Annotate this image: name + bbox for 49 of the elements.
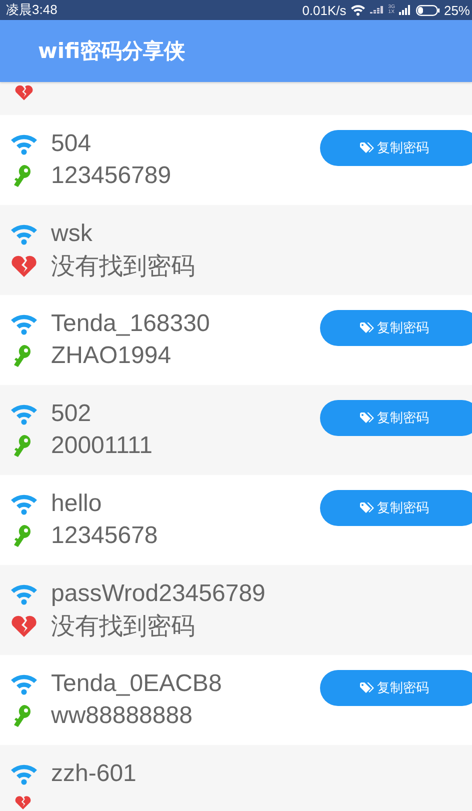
broken-heart-icon	[14, 84, 34, 101]
tag-icon	[360, 502, 375, 514]
wifi-list-item[interactable]: Tenda_168330 ZHAO1994 复制密码	[0, 295, 472, 385]
signal-bars-icon	[398, 5, 412, 15]
tag-icon	[360, 412, 375, 424]
wifi-name: 504	[51, 130, 92, 158]
signal-bars-icon	[370, 5, 384, 15]
broken-heart-icon	[14, 795, 32, 810]
wifi-list-item[interactable]: Tenda_0EACB8 ww88888888 复制密码	[0, 655, 472, 745]
tag-icon	[360, 322, 375, 334]
wifi-icon	[9, 313, 39, 335]
wifi-signal-icon	[350, 4, 366, 16]
copy-password-button[interactable]: 复制密码	[320, 490, 472, 526]
copy-password-button[interactable]: 复制密码	[320, 670, 472, 706]
wifi-icon	[9, 673, 39, 695]
wifi-name: wsk	[51, 220, 92, 248]
password-text: 20001111	[51, 432, 152, 460]
copy-password-button[interactable]: 复制密码	[320, 310, 472, 346]
password-text: 没有找到密码	[51, 252, 195, 282]
wifi-icon	[9, 223, 39, 245]
wifi-name: Tenda_168330	[51, 310, 210, 338]
wifi-name: hello	[51, 490, 102, 518]
wifi-icon	[9, 133, 39, 155]
wifi-name: 502	[51, 400, 92, 428]
app-title: wifi密码分享侠	[38, 38, 186, 65]
clock-text: 凌晨3:48	[6, 1, 58, 19]
wifi-name: Tenda_0EACB8	[51, 670, 222, 698]
password-text: 没有找到密码	[51, 612, 195, 642]
copy-password-button[interactable]: 复制密码	[320, 400, 472, 436]
battery-percent: 25%	[444, 2, 470, 18]
tag-icon	[360, 682, 375, 694]
password-text: ww88888888	[51, 702, 192, 730]
wifi-list-item[interactable]: 504 123456789 复制密码	[0, 115, 472, 205]
wifi-name: zzh-601	[51, 760, 136, 788]
wifi-name: passWrod23456789	[51, 580, 266, 608]
wifi-icon	[9, 493, 39, 515]
broken-heart-icon	[9, 254, 39, 278]
wifi-icon	[9, 403, 39, 425]
wifi-icon	[9, 583, 39, 605]
wifi-icon	[9, 763, 39, 785]
wifi-list-item[interactable]: hello 12345678 复制密码	[0, 475, 472, 565]
tag-icon	[360, 142, 375, 154]
password-text: 123456789	[51, 162, 172, 190]
password-text: 12345678	[51, 522, 158, 550]
password-text: ZHAO1994	[51, 342, 172, 370]
broken-heart-icon	[9, 614, 39, 638]
network-speed: 0.01K/s	[302, 2, 346, 18]
battery-icon	[416, 4, 440, 16]
copy-password-button[interactable]: 复制密码	[320, 130, 472, 166]
